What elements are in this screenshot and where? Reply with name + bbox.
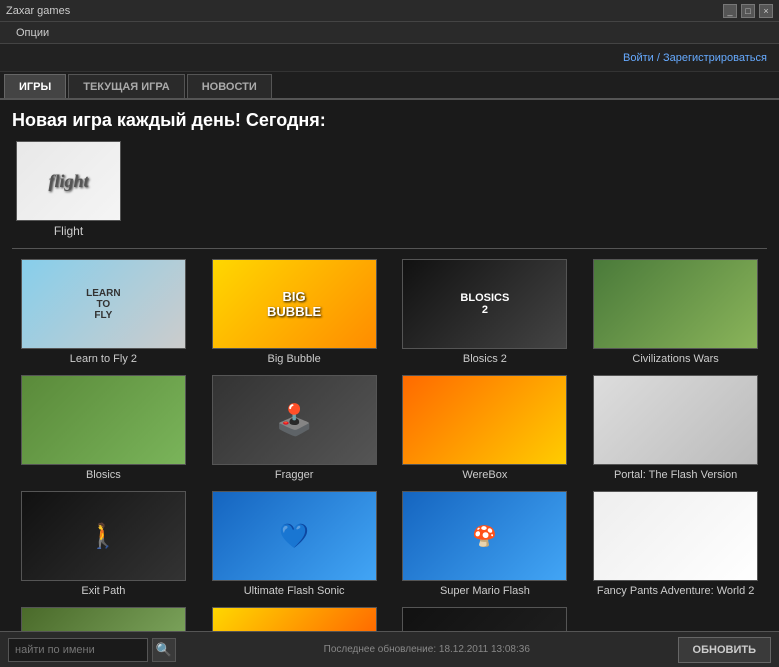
login-link[interactable]: Войти / Зарегистрироваться [623,52,767,64]
game-thumb[interactable] [593,375,758,465]
game-thumb[interactable] [21,375,186,465]
game-label: Fragger [212,469,377,481]
menu-options[interactable]: Опции [8,25,57,41]
list-item[interactable]: Portal: The Flash Version [584,375,767,481]
game-label: WereBox [402,469,567,481]
game-thumb[interactable]: ■■■■ [402,607,567,631]
title-bar: Zaxar games _ □ × [0,0,779,22]
list-item[interactable]: WereBox [394,375,577,481]
game-thumb[interactable] [21,607,186,631]
list-item[interactable] [12,607,195,631]
list-item[interactable]: Blosics [12,375,195,481]
game-thumb[interactable]: 🚶 [21,491,186,581]
game-area[interactable]: Новая игра каждый день! Сегодня: flight … [0,100,779,631]
close-button[interactable]: × [759,4,773,18]
window-controls: _ □ × [723,4,773,18]
maximize-button[interactable]: □ [741,4,755,18]
game-label: Blosics 2 [402,353,567,365]
search-input[interactable] [8,638,148,662]
list-item[interactable]: Fancy Pants Adventure: World 2 [584,491,767,597]
game-label: Fancy Pants Adventure: World 2 [593,585,758,597]
list-item[interactable]: 🎭 [203,607,386,631]
update-button[interactable]: ОБНОВИТЬ [678,637,771,663]
game-thumb[interactable] [593,259,758,349]
bottom-bar: 🔍 Последнее обновление: 18.12.2011 13:08… [0,631,779,667]
game-thumb[interactable]: BIGBUBBLE [212,259,377,349]
list-item[interactable]: LEARNTOFLY Learn to Fly 2 [12,259,195,365]
game-thumb[interactable]: BLOSICS2 [402,259,567,349]
main-content: Новая игра каждый день! Сегодня: flight … [0,100,779,631]
list-item[interactable]: BIGBUBBLE Big Bubble [203,259,386,365]
list-item[interactable]: 💙 Ultimate Flash Sonic [203,491,386,597]
minimize-button[interactable]: _ [723,4,737,18]
game-label: Blosics [21,469,186,481]
list-item[interactable]: 🕹️ Fragger [203,375,386,481]
game-label: Super Mario Flash [402,585,567,597]
list-item[interactable]: 🚶 Exit Path [12,491,195,597]
daily-game: flight Flight [12,141,767,238]
menu-bar: Опции [0,22,779,44]
game-label: Learn to Fly 2 [21,353,186,365]
search-area: 🔍 [8,638,176,662]
list-item[interactable]: 🍄 Super Mario Flash [394,491,577,597]
game-thumb[interactable]: 💙 [212,491,377,581]
tab-current-game[interactable]: ТЕКУЩАЯ ИГРА [68,74,184,98]
search-button[interactable]: 🔍 [152,638,176,662]
top-bar: Войти / Зарегистрироваться [0,44,779,72]
game-label: Portal: The Flash Version [593,469,758,481]
tab-news[interactable]: НОВОСТИ [187,74,272,98]
list-item[interactable]: BLOSICS2 Blosics 2 [394,259,577,365]
games-grid: LEARNTOFLY Learn to Fly 2 BIGBUBBLE Big Bub… [12,259,767,631]
list-item[interactable]: Civilizations Wars [584,259,767,365]
section-divider [12,248,767,249]
game-thumb[interactable] [593,491,758,581]
list-item[interactable]: ■■■■ [394,607,577,631]
tab-games[interactable]: ИГРЫ [4,74,66,98]
game-thumb[interactable] [402,375,567,465]
nav-tabs: ИГРЫ ТЕКУЩАЯ ИГРА НОВОСТИ [0,72,779,100]
search-icon: 🔍 [156,642,172,658]
game-thumb[interactable]: 🎭 [212,607,377,631]
game-thumb[interactable]: 🕹️ [212,375,377,465]
game-label: Ultimate Flash Sonic [212,585,377,597]
daily-header: Новая игра каждый день! Сегодня: [12,110,767,131]
game-label: Civilizations Wars [593,353,758,365]
daily-game-label: Flight [16,224,121,238]
game-label: Exit Path [21,585,186,597]
game-thumb[interactable]: 🍄 [402,491,567,581]
daily-game-thumb[interactable]: flight [16,141,121,221]
game-thumb[interactable]: LEARNTOFLY [21,259,186,349]
window-title: Zaxar games [6,5,70,17]
last-update-text: Последнее обновление: 18.12.2011 13:08:3… [324,644,530,655]
game-label: Big Bubble [212,353,377,365]
